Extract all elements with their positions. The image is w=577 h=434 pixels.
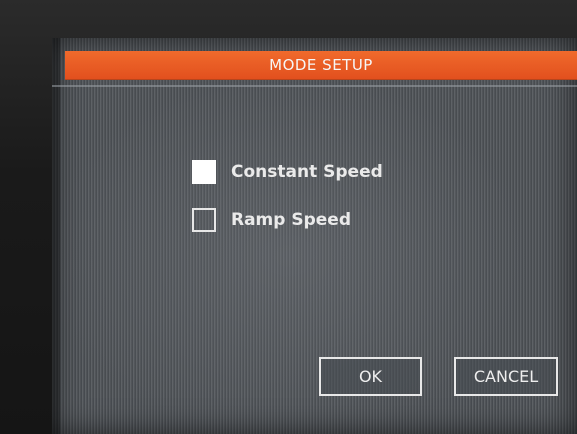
option-ramp-speed[interactable]: Ramp Speed (192, 206, 351, 234)
ramp-speed-checkbox[interactable] (192, 208, 216, 232)
screen-edge-shadow (52, 38, 60, 434)
constant-speed-checkbox[interactable] (192, 160, 216, 184)
lcd-screen: MODE SETUP Constant Speed Ramp Speed OK … (52, 38, 577, 434)
title-divider (52, 85, 577, 87)
ok-button[interactable]: OK (319, 357, 422, 396)
ramp-speed-label: Ramp Speed (231, 210, 352, 230)
cancel-button[interactable]: CANCEL (454, 357, 558, 396)
dialog-title-bar: MODE SETUP (65, 51, 577, 80)
constant-speed-label: Constant Speed (231, 162, 383, 182)
option-constant-speed[interactable]: Constant Speed (192, 158, 383, 186)
dialog-title: MODE SETUP (269, 56, 373, 74)
